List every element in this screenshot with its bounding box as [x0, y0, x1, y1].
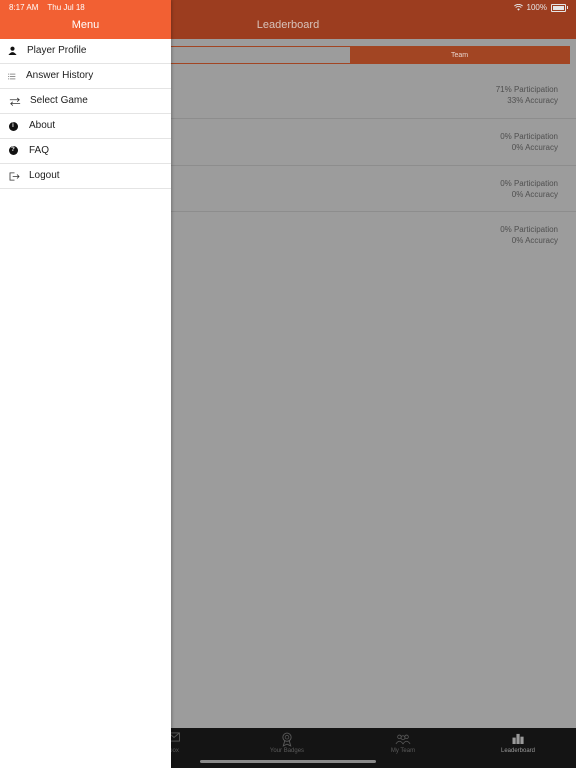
- accuracy-text: 33% Accuracy: [507, 96, 558, 105]
- list-item[interactable]: 0% Participation 0% Accuracy: [171, 166, 576, 213]
- menu-item-answer-history[interactable]: Answer History: [0, 64, 171, 89]
- menu-item-faq[interactable]: ? FAQ: [0, 139, 171, 164]
- menu-item-label: Select Game: [30, 95, 88, 106]
- menu-item-label: FAQ: [29, 145, 50, 156]
- menu-header: 8:17 AM Thu Jul 18 Menu: [0, 0, 171, 39]
- menu-item-label: About: [29, 120, 56, 131]
- side-menu: 8:17 AM Thu Jul 18 Menu Player Profile A…: [0, 0, 171, 768]
- participation-text: 71% Participation: [495, 85, 558, 94]
- list-icon: [6, 70, 18, 82]
- team-icon: [395, 734, 411, 745]
- wifi-icon: [513, 4, 523, 11]
- menu-title: Menu: [71, 19, 100, 31]
- participation-text: 0% Participation: [500, 131, 558, 141]
- status-bar-left: 8:17 AM Thu Jul 18: [9, 3, 85, 12]
- status-date: Thu Jul 18: [47, 3, 85, 12]
- menu-item-player-profile[interactable]: Player Profile: [0, 39, 171, 64]
- info-icon: i: [8, 121, 18, 131]
- help-icon: ?: [8, 145, 18, 155]
- battery-percent: 100%: [526, 3, 547, 12]
- bar-chart-icon: [512, 733, 524, 744]
- list-item[interactable]: 0% Participation 0% Accuracy: [171, 212, 576, 258]
- badge-icon: [282, 732, 292, 747]
- accuracy-text: 0% Accuracy: [511, 189, 558, 199]
- person-icon: [6, 44, 18, 56]
- segment-team[interactable]: Team: [350, 47, 569, 63]
- participation-text: 0% Participation: [500, 225, 558, 235]
- tab-label: Your Badges: [269, 748, 305, 754]
- leaderboard-list: 71% Participation 33% Accuracy 0% Partic…: [171, 72, 576, 258]
- tab-leaderboard[interactable]: Leaderboard: [478, 728, 558, 768]
- row-stats: 0% Participation 0% Accuracy: [500, 178, 558, 200]
- row-stats: 0% Participation 0% Accuracy: [500, 131, 558, 153]
- accuracy-text: 0% Accuracy: [511, 142, 558, 152]
- participation-text: 0% Participation: [500, 178, 558, 188]
- menu-item-label: Player Profile: [27, 45, 87, 56]
- swap-arrows-icon: [8, 95, 21, 107]
- list-item[interactable]: 0% Participation 0% Accuracy: [171, 119, 576, 166]
- leaderboard-segmented-control: Team: [130, 46, 570, 64]
- menu-item-select-game[interactable]: Select Game: [0, 89, 171, 114]
- list-item[interactable]: 71% Participation 33% Accuracy: [171, 72, 576, 119]
- menu-item-label: Answer History: [26, 70, 94, 81]
- menu-item-label: Logout: [29, 170, 60, 181]
- tab-label: Leaderboard: [500, 748, 536, 754]
- menu-item-about[interactable]: i About: [0, 114, 171, 139]
- status-time: 8:17 AM: [9, 3, 39, 12]
- row-stats: 0% Participation 0% Accuracy: [500, 224, 558, 246]
- status-bar-right: 100%: [513, 3, 568, 12]
- battery-icon: [551, 3, 568, 12]
- tab-label: My Team: [390, 748, 416, 754]
- logout-icon: [8, 170, 20, 182]
- row-stats: 71% Participation 33% Accuracy: [496, 84, 558, 106]
- home-indicator[interactable]: [200, 760, 376, 763]
- accuracy-text: 0% Accuracy: [511, 236, 558, 246]
- menu-item-logout[interactable]: Logout: [0, 164, 171, 189]
- menu-list: Player Profile Answer History Select Gam…: [0, 39, 171, 189]
